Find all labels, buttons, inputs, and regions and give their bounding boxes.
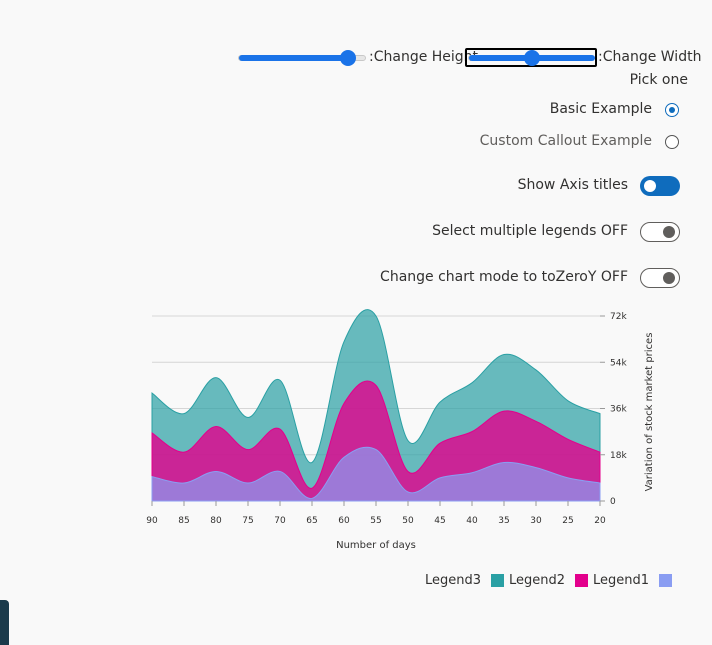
x-tick-label: 35 [498, 516, 509, 526]
x-tick-label: 90 [146, 516, 158, 526]
legend3-label: Legend3 [425, 573, 482, 588]
x-axis-title: Number of days [336, 540, 416, 551]
legend3-swatch [491, 574, 505, 587]
x-tick-label: 25 [562, 516, 573, 526]
x-tick-label: 70 [274, 516, 286, 526]
x-tick-label: 30 [530, 516, 542, 526]
y-tick-label: 0 [610, 497, 616, 507]
legend1-swatch [659, 574, 673, 587]
x-tick-label: 80 [210, 516, 222, 526]
y-tick-label: 72k [610, 312, 627, 322]
y-tick-label: 18k [610, 451, 627, 461]
legend-item-legend1[interactable]: Legend1 [593, 573, 673, 588]
legend2-label: Legend2 [509, 573, 566, 588]
legend2-swatch [575, 574, 589, 587]
legend-item-legend3[interactable]: Legend3 [425, 573, 505, 588]
x-tick-label: 55 [370, 516, 381, 526]
y-axis-title: Variation of stock market prices [644, 333, 655, 492]
x-tick-label: 50 [402, 516, 414, 526]
side-panel-edge [0, 600, 9, 645]
legend-item-legend2[interactable]: Legend2 [509, 573, 589, 588]
x-tick-label: 85 [178, 516, 189, 526]
x-tick-label: 20 [594, 516, 606, 526]
x-tick-label: 75 [242, 516, 253, 526]
x-tick-label: 60 [338, 516, 350, 526]
stacked-area-chart: 90 85 80 75 70 65 60 55 50 45 40 35 30 25 20 0 18k 36k 54… [146, 309, 655, 551]
y-tick-label: 36k [610, 405, 627, 415]
legend1-label: Legend1 [593, 573, 650, 588]
y-tick-label: 54k [610, 358, 627, 368]
x-tick-label: 45 [434, 516, 445, 526]
x-tick-label: 40 [466, 516, 478, 526]
x-tick-label: 65 [306, 516, 317, 526]
